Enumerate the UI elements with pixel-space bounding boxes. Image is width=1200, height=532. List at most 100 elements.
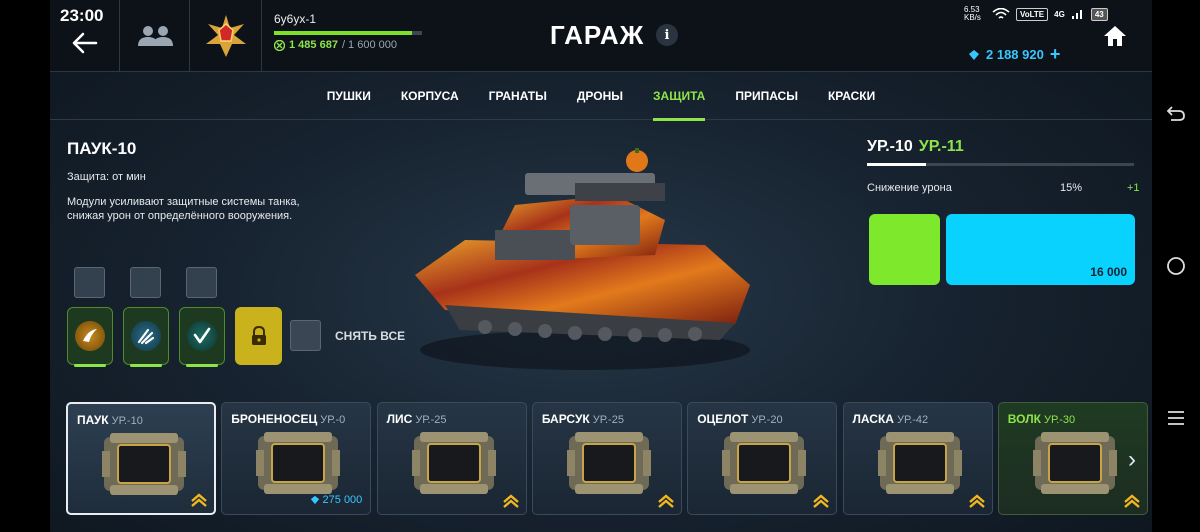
system-home-button[interactable] [1152,246,1200,286]
module-card[interactable]: БАРСУК УР.-25 [531,402,682,515]
rank-badge[interactable] [190,0,262,72]
friends-button[interactable] [120,0,190,72]
level-progress-bar [867,163,1134,166]
slot-indicator [186,267,217,298]
back-arrow-icon [72,32,97,54]
chevron-right-icon[interactable]: › [1128,446,1136,474]
slot-glow [130,364,162,367]
level-current: УР.-10 [867,138,913,155]
module-card[interactable]: ЛАСКА УР.-42 [842,402,993,515]
info-button[interactable]: i [656,24,678,46]
volte-badge: VoLTE [1016,7,1049,21]
rank-star-icon [205,15,246,57]
module-art [722,430,807,496]
stat-label: Снижение урона [867,182,952,194]
system-back-button[interactable] [1152,93,1200,133]
card-name: ЛИС [386,412,413,426]
network-type: 4G [1054,9,1065,19]
module-card[interactable]: ПАУК УР.-10 [66,402,216,515]
unequip-all-label[interactable]: СНЯТЬ ВСЕ [335,329,405,343]
module-card[interactable]: БРОНЕНОСЕЦ УР.-0 275 000 [221,402,372,515]
card-level: УР.-10 [111,415,143,427]
module-cards-row: ПАУК УР.-10 БРОНЕНОСЕЦ УР.-0 275 000 ЛИС УР.-2… [50,402,1152,516]
tab-6[interactable]: КРАСКИ [813,72,890,120]
rank-chevron-icon [812,493,830,509]
tab-4[interactable]: ЗАЩИТА [638,72,720,121]
signal-icon [1071,10,1082,19]
rank-chevron-icon [968,493,986,509]
device-rail-left [0,0,50,532]
equipped-module-slot-3[interactable] [179,307,225,367]
lock-icon [251,326,266,345]
module-art [256,430,341,496]
module-art [411,430,496,496]
module-card[interactable]: ВОЛК УР.-30 [997,402,1148,515]
add-crystals-button[interactable]: + [1050,44,1061,65]
upgrade-buy-button[interactable]: 16 000 [946,214,1135,285]
battery-level: 43 [1090,7,1108,21]
clock: 23:00 [60,6,104,25]
module-card[interactable]: ОЦЕЛОТ УР.-20 [687,402,838,515]
page-title: ГАРАЖ [550,20,645,50]
system-menu-button[interactable] [1152,398,1200,438]
card-name: БРОНЕНОСЕЦ [231,412,318,426]
card-level: УР.-30 [1043,414,1076,426]
tab-0[interactable]: ПУШКИ [312,72,386,120]
rank-chevron-icon [502,493,520,509]
xp-max: / 1 600 000 [341,39,397,51]
slot-glow [186,364,218,367]
slot-indicator [74,267,105,298]
card-title: ПАУК УР.-10 [77,413,143,427]
player-info: 6y6yx-1 1 485 687 / 1 600 000 [274,12,434,51]
stat-increase: +1 [1127,182,1140,194]
module-card[interactable]: ЛИС УР.-25 [376,402,527,515]
wings-icon [75,321,105,351]
card-level: УР.-25 [592,414,624,426]
card-name: ЛАСКА [852,412,894,426]
tab-3[interactable]: ДРОНЫ [562,72,638,120]
level-next: УР.-11 [918,138,964,155]
stat-row: Снижение урона 15% +1 [867,182,1140,194]
tab-5[interactable]: ПРИПАСЫ [720,72,813,120]
top-bar: 23:00 6y6yx-1 1 485 687 / 1 600 000 ГАРА… [50,0,1152,72]
home-button[interactable] [1102,24,1128,48]
device-rail-right [1152,0,1200,532]
net-speed: 6.53 KB/s [964,5,981,22]
garage-screen: 23:00 6y6yx-1 1 485 687 / 1 600 000 ГАРА… [50,0,1152,532]
equipped-module-slot-2[interactable] [123,307,169,367]
crystals-balance[interactable]: 2 188 920 + [968,44,1060,65]
rank-chevron-icon [1123,493,1141,509]
unequip-all-checkbox[interactable] [290,320,321,351]
card-title: БРОНЕНОСЕЦ УР.-0 [231,412,345,426]
tab-2[interactable]: ГРАНАТЫ [474,72,562,120]
tank-preview [415,148,750,370]
card-name: ОЦЕЛОТ [697,412,749,426]
card-title: ОЦЕЛОТ УР.-20 [697,412,782,426]
card-title: ВОЛК УР.-30 [1008,412,1075,426]
locked-slot[interactable] [235,307,282,365]
tab-1[interactable]: КОРПУСА [386,72,474,120]
xp-text: 1 485 687 / 1 600 000 [274,39,434,51]
friends-icon [137,26,173,46]
card-level: УР.-25 [415,414,447,426]
module-art [1032,430,1117,496]
module-description: Модули усиливают защитные системы танка,… [67,196,300,222]
level-progress-fill [867,163,926,166]
upgrade-confirm-button[interactable] [869,214,940,285]
player-name: 6y6yx-1 [274,12,317,26]
card-title: ЛИС УР.-25 [387,412,447,426]
rank-chevron-icon [657,493,675,509]
card-price: 275 000 [310,494,362,506]
module-art [102,431,186,497]
equipped-module-slot-1[interactable] [67,307,113,367]
card-level: УР.-20 [751,414,783,426]
card-name: БАРСУК [541,412,590,426]
crystal-icon [310,495,319,505]
status-bar: 6.53 KB/s VoLTE 4G 43 [964,6,1108,22]
module-art [566,430,651,496]
system-back-icon [1166,106,1185,121]
xp-bar-fill [274,31,412,35]
crystals-amount: 2 188 920 [986,47,1044,62]
home-icon [1104,26,1126,46]
card-level: УР.-0 [320,414,346,426]
